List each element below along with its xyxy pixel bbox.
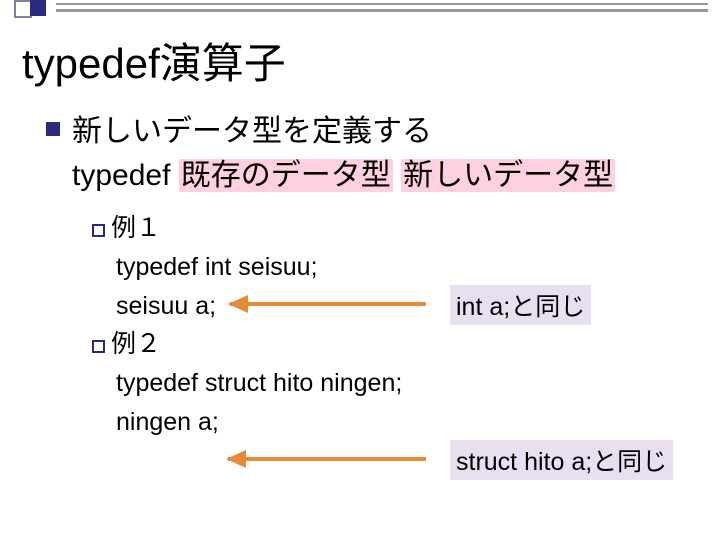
arrow-shaft [228, 457, 426, 461]
slide-body: 新しいデータ型を定義する typedef 既存のデータ型 新しいデータ型 例１ … [48, 110, 700, 442]
l1-line2-prefix: typedef [72, 159, 179, 192]
l1-line2-pink2: 新しいデータ型 [401, 159, 615, 192]
header-square-solid [30, 0, 46, 16]
slide-title: typedef演算子 [22, 30, 286, 91]
example2-code2: ningen a; [116, 403, 700, 442]
header-decoration [0, 0, 720, 14]
l1-line2-pink1: 既存のデータ型 [179, 159, 393, 192]
l1-line1: 新しいデータ型を定義する [72, 110, 700, 154]
bullet2-icon [92, 340, 105, 353]
header-line-thick [56, 9, 708, 12]
example2-code1: typedef struct hito ningen; [116, 364, 700, 403]
bullet2-icon [92, 224, 105, 237]
arrow-shaft [230, 302, 426, 306]
bullet1-icon [46, 122, 60, 136]
arrow-head-icon [226, 450, 246, 468]
arrow-head-icon [228, 295, 248, 313]
example1-code1: typedef int seisuu; [116, 248, 700, 287]
arrow-icon [230, 300, 444, 308]
l1-line2-sep [393, 159, 401, 192]
example1-label: 例１ [111, 214, 161, 242]
example2-note: struct hito a;と同じ [450, 440, 673, 480]
example2-label-row: 例２ [92, 325, 700, 364]
slide: typedef演算子 新しいデータ型を定義する typedef 既存のデータ型 … [0, 0, 720, 540]
header-line-thin [56, 3, 708, 5]
arrow-icon [228, 455, 444, 463]
l1-line2: typedef 既存のデータ型 新しいデータ型 [72, 154, 700, 198]
example2-label: 例２ [111, 330, 161, 358]
example1-note: int a;と同じ [450, 285, 591, 325]
bullet-level1: 新しいデータ型を定義する typedef 既存のデータ型 新しいデータ型 [48, 110, 700, 197]
example1-label-row: 例１ [92, 209, 700, 248]
spacer [48, 197, 700, 209]
